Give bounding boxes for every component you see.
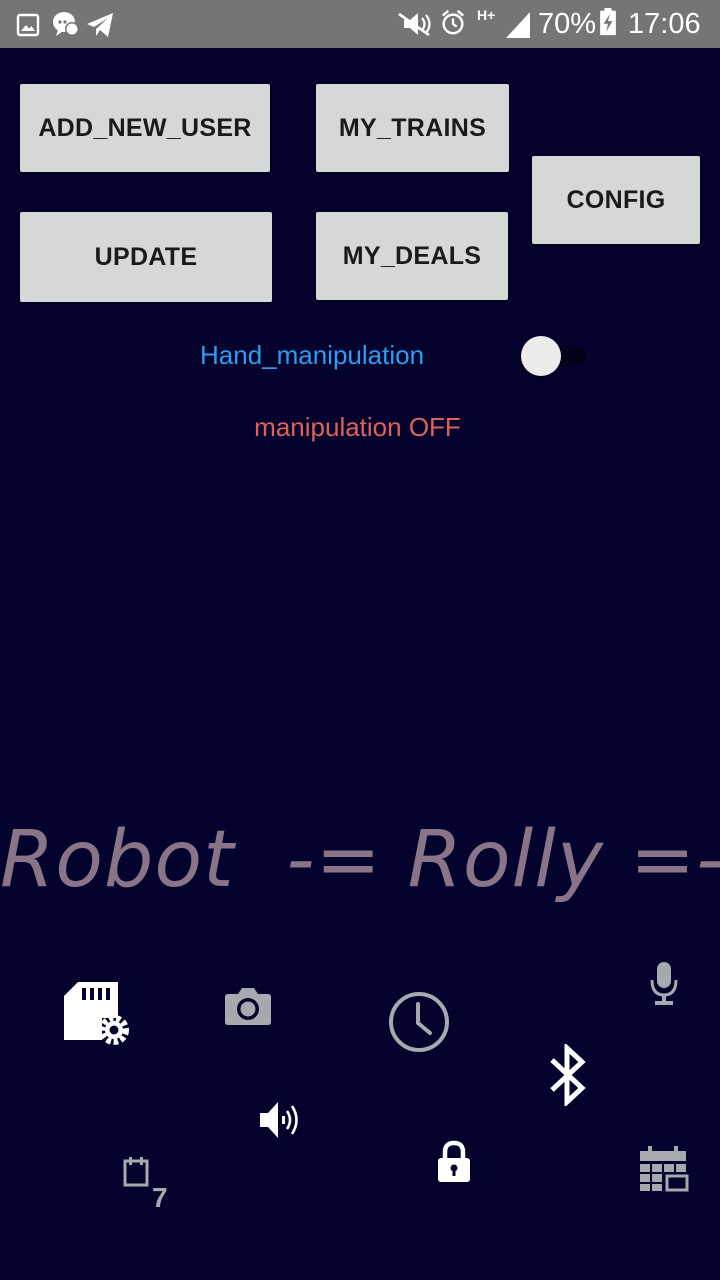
telegram-icon bbox=[87, 13, 113, 37]
calendar-number: 7 bbox=[152, 1182, 168, 1213]
mute-icon bbox=[398, 12, 431, 37]
alarm-icon bbox=[441, 9, 465, 35]
battery-charging-icon bbox=[600, 8, 616, 36]
bluetooth-icon[interactable] bbox=[548, 1044, 588, 1106]
add-new-user-button[interactable]: ADD_NEW_USER bbox=[20, 84, 270, 172]
my-deals-button[interactable]: MY_DEALS bbox=[316, 212, 508, 300]
microphone-icon[interactable] bbox=[648, 960, 680, 1006]
gallery-icon bbox=[16, 13, 40, 37]
clock-icon[interactable] bbox=[387, 990, 451, 1054]
update-button[interactable]: UPDATE bbox=[20, 212, 272, 302]
config-button[interactable]: CONFIG bbox=[532, 156, 700, 244]
hand-manipulation-label: Hand_manipulation bbox=[200, 340, 425, 370]
clock-time: 17:06 bbox=[628, 8, 701, 40]
signal-icon bbox=[506, 12, 530, 38]
camera-icon[interactable] bbox=[224, 986, 272, 1026]
speaker-icon[interactable] bbox=[256, 1096, 304, 1144]
my-trains-button[interactable]: MY_TRAINS bbox=[316, 84, 509, 172]
sd-card-settings-icon[interactable] bbox=[64, 982, 134, 1048]
calendar-7-icon bbox=[123, 1157, 149, 1187]
switch-thumb bbox=[521, 336, 561, 376]
calendar-7-button[interactable]: 7 bbox=[122, 1156, 174, 1214]
battery-percent: 70% bbox=[538, 8, 597, 40]
hand-manipulation-switch[interactable] bbox=[520, 336, 590, 376]
calendar-grid-icon[interactable] bbox=[638, 1146, 690, 1192]
robot-title: Robot -= Rolly =- bbox=[0, 815, 720, 905]
network-type: H+ bbox=[477, 7, 496, 23]
chat-icon bbox=[53, 12, 79, 36]
manipulation-status-text: manipulation OFF bbox=[254, 412, 461, 442]
lock-icon[interactable] bbox=[436, 1140, 472, 1184]
status-bar: H+ 70% 17:06 bbox=[0, 0, 720, 48]
